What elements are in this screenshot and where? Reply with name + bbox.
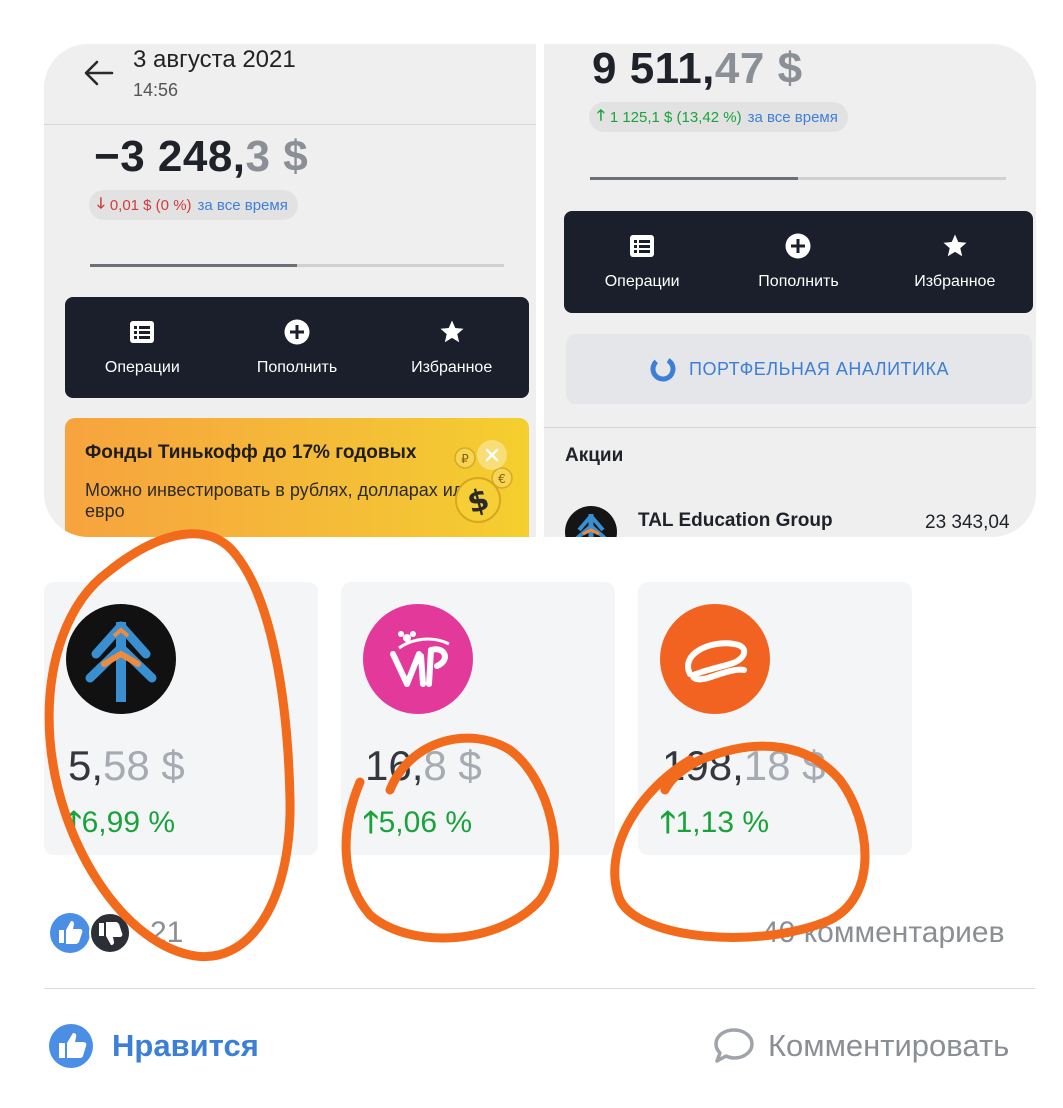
screenshot-collage: 3 августа 2021 14:56 −3 248,3 $ 🡓 0,01 $…	[44, 44, 1036, 537]
progress-fill	[90, 264, 297, 267]
promo-text: Можно инвестировать в рублях, долларах и…	[85, 480, 474, 521]
reaction-icons[interactable]	[50, 911, 134, 955]
comment-bubble-icon	[714, 1028, 754, 1063]
stock-card-tal[interactable]: 5,58 $ 🡑6,99 %	[44, 582, 318, 855]
footer-divider	[44, 988, 1035, 989]
section-title: Акции	[565, 445, 624, 466]
card-price: 16,8 $	[365, 742, 482, 789]
card-price: 198,18 $	[662, 742, 826, 789]
card-price: 5,58 $	[68, 742, 185, 789]
star-icon	[440, 320, 464, 343]
plus-circle-icon	[785, 233, 811, 259]
arrow-down-icon: 🡓	[97, 194, 105, 212]
change-period: за все время	[747, 108, 838, 126]
plus-circle-icon	[284, 319, 310, 345]
nav-label: Операции	[604, 273, 680, 290]
arrow-up-icon: 🡑	[66, 806, 82, 839]
left-screenshot: 3 августа 2021 14:56 −3 248,3 $ 🡓 0,01 $…	[44, 44, 536, 537]
nav-label: Избранное	[914, 273, 996, 290]
balance-amount: 9 511,47 $	[592, 44, 803, 93]
change-value: 0,01 $ (0 %)	[109, 196, 192, 214]
card-change: 🡑6,99 %	[66, 806, 176, 839]
progress-track	[90, 264, 504, 267]
reactions-count: 21	[150, 916, 184, 949]
header-date: 3 августа 2021	[133, 46, 296, 73]
like-label: Нравится	[112, 1028, 259, 1063]
stock-card-vipshop[interactable]: 16,8 $ 🡑5,06 %	[341, 582, 615, 855]
stock-card-alibaba[interactable]: 198,18 $ 🡑1,13 %	[638, 582, 912, 855]
header-divider	[44, 124, 536, 125]
nav-favorites[interactable]: Избранное	[374, 297, 529, 398]
change-pill: 🡑 1 125,1 $ (13,42 %) за все время	[589, 102, 848, 132]
svg-text:€: €	[498, 472, 506, 486]
nav-operations[interactable]: Операции	[564, 211, 720, 313]
section-divider	[544, 427, 1036, 428]
collage-gap	[536, 44, 544, 537]
nav-favorites[interactable]: Избранное	[877, 211, 1033, 313]
vipshop-logo	[363, 604, 473, 714]
promo-banner[interactable]: Фонды Тинькофф до 17% годовых Можно инве…	[65, 418, 529, 537]
nav-label: Избранное	[411, 359, 493, 376]
balance-amount: −3 248,3 $	[94, 132, 309, 181]
change-period: за все время	[197, 196, 288, 214]
close-icon[interactable]	[477, 440, 507, 470]
tal-logo	[565, 506, 617, 537]
arrow-left-icon[interactable]	[82, 58, 116, 88]
change-pill: 🡓 0,01 $ (0 %) за все время	[89, 190, 298, 220]
action-bar: Операции Пополнить Избранное	[564, 211, 1033, 313]
promo-title: Фонды Тинькофф до 17% годовых	[85, 442, 417, 463]
action-bar: Операции Пополнить Избранное	[65, 297, 529, 398]
stock-value: 23 343,04	[925, 512, 1010, 533]
star-icon	[943, 234, 967, 257]
nav-operations[interactable]: Операции	[65, 297, 220, 398]
thumbs-down-icon	[89, 912, 131, 954]
portfolio-analytics-button[interactable]: ПОРТФЕЛЬНАЯ АНАЛИТИКА	[566, 334, 1032, 404]
nav-label: Пополнить	[758, 273, 839, 290]
card-change: 🡑5,06 %	[363, 806, 473, 839]
svg-text:₽: ₽	[461, 452, 469, 466]
arrow-up-icon: 🡑	[660, 806, 676, 839]
progress-fill	[590, 177, 798, 180]
thumbs-up-icon	[50, 913, 90, 953]
nav-topup[interactable]: Пополнить	[220, 297, 375, 398]
right-screenshot: 9 511,47 $ 🡑 1 125,1 $ (13,42 %) за все …	[544, 44, 1036, 537]
nav-topup[interactable]: Пополнить	[720, 211, 876, 313]
card-change: 🡑1,13 %	[660, 806, 770, 839]
header-time: 14:56	[133, 80, 179, 100]
nav-label: Операции	[104, 359, 180, 376]
analytics-donut-icon	[650, 356, 676, 382]
comment-button[interactable]: Комментировать	[712, 1022, 1009, 1070]
comment-label: Комментировать	[768, 1028, 1010, 1063]
stock-name[interactable]: TAL Education Group	[638, 510, 833, 532]
like-icon	[49, 1024, 93, 1068]
change-value: 1 125,1 $ (13,42 %)	[609, 108, 742, 126]
arrow-up-icon: 🡑	[597, 106, 605, 124]
like-button[interactable]: Нравится	[48, 1022, 259, 1070]
nav-label: Пополнить	[256, 359, 338, 376]
list-icon	[630, 235, 655, 257]
progress-track	[590, 177, 1006, 180]
arrow-up-icon: 🡑	[363, 806, 379, 839]
list-icon	[130, 321, 155, 343]
alibaba-logo	[660, 604, 770, 714]
comments-count[interactable]: 40 комментариев	[762, 916, 1005, 950]
tal-tree-logo	[66, 604, 176, 714]
analytics-label: ПОРТФЕЛЬНАЯ АНАЛИТИКА	[689, 358, 949, 379]
